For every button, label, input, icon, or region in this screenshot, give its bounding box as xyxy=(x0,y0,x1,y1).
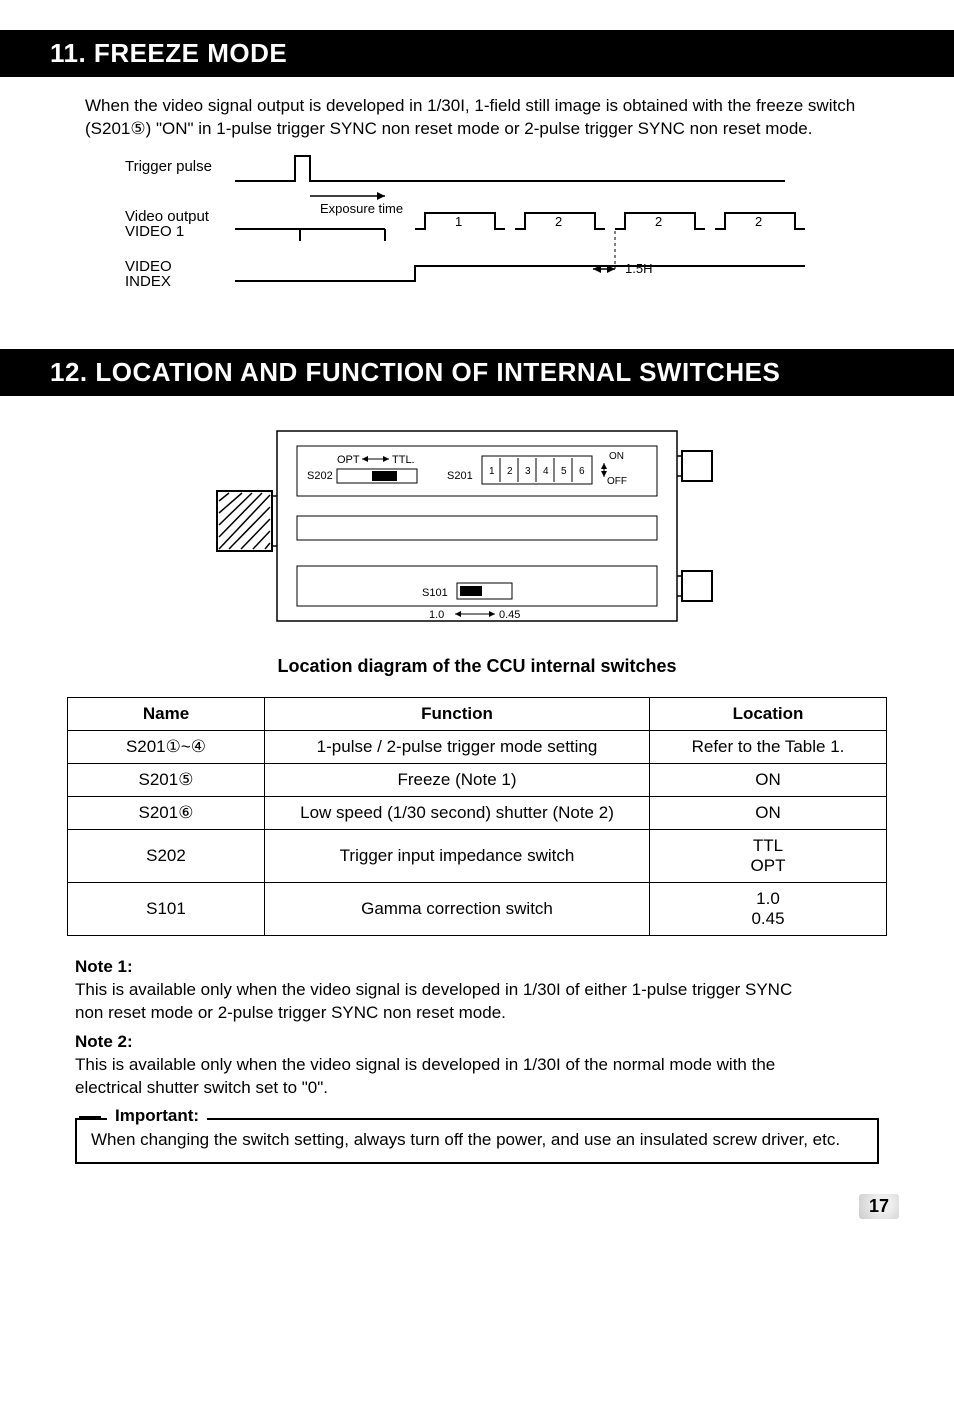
svg-text:0.45: 0.45 xyxy=(499,609,520,621)
diagram-caption: Location diagram of the CCU internal swi… xyxy=(45,656,909,677)
cell-loc: ON xyxy=(650,763,887,796)
svg-text:6: 6 xyxy=(579,466,585,477)
note2-text: This is available only when the video si… xyxy=(75,1054,815,1100)
cell-func: 1-pulse / 2-pulse trigger mode setting xyxy=(265,730,650,763)
section-11-paragraph: When the video signal output is develope… xyxy=(85,95,909,141)
label-vindex: VIDEOINDEX xyxy=(125,258,172,290)
cell-name: S201⑤ xyxy=(68,763,265,796)
svg-text:S101: S101 xyxy=(422,587,448,599)
th-function: Function xyxy=(265,697,650,730)
frame-num-2c: 2 xyxy=(755,214,762,229)
note1-tag: Note 1: xyxy=(75,956,150,979)
cell-name: S201⑥ xyxy=(68,796,265,829)
table-row: S201①~④ 1-pulse / 2-pulse trigger mode s… xyxy=(68,730,887,763)
frame-num-2a: 2 xyxy=(555,214,562,229)
cell-name: S101 xyxy=(68,882,265,935)
cell-loc: Refer to the Table 1. xyxy=(650,730,887,763)
svg-text:3: 3 xyxy=(525,466,531,477)
th-location: Location xyxy=(650,697,887,730)
svg-text:S202: S202 xyxy=(307,470,333,482)
label-1-5h: 1.5H xyxy=(625,261,652,276)
svg-text:1.0: 1.0 xyxy=(429,609,444,621)
cell-func: Trigger input impedance switch xyxy=(265,829,650,882)
cell-func: Gamma correction switch xyxy=(265,882,650,935)
ccu-switch-diagram: OPT TTL. S202 S201 1 2 3 4 5 6 xyxy=(45,421,909,641)
important-text: When changing the switch setting, always… xyxy=(91,1130,840,1149)
cell-name: S201①~④ xyxy=(68,730,265,763)
svg-text:TTL.: TTL. xyxy=(392,454,415,466)
cell-loc: 1.0 0.45 xyxy=(650,882,887,935)
cell-loc: ON xyxy=(650,796,887,829)
table-row: S101 Gamma correction switch 1.0 0.45 xyxy=(68,882,887,935)
switch-table: Name Function Location S201①~④ 1-pulse /… xyxy=(67,697,887,936)
section-11-header: 11. FREEZE MODE xyxy=(0,30,954,77)
table-row: S201⑤ Freeze (Note 1) ON xyxy=(68,763,887,796)
table-row: S201⑥ Low speed (1/30 second) shutter (N… xyxy=(68,796,887,829)
svg-text:S201: S201 xyxy=(447,470,473,482)
timing-diagram: Trigger pulse Exposure time Video output… xyxy=(125,151,909,324)
svg-text:5: 5 xyxy=(561,466,567,477)
cell-loc: TTL OPT xyxy=(650,829,887,882)
important-box: Important: When changing the switch sett… xyxy=(75,1118,879,1164)
svg-text:OPT: OPT xyxy=(337,454,360,466)
note1-text: This is available only when the video si… xyxy=(75,979,815,1025)
th-name: Name xyxy=(68,697,265,730)
section-12-header: 12. LOCATION AND FUNCTION OF INTERNAL SW… xyxy=(0,349,954,396)
table-row: S202 Trigger input impedance switch TTL … xyxy=(68,829,887,882)
svg-text:2: 2 xyxy=(507,466,513,477)
cell-func: Low speed (1/30 second) shutter (Note 2) xyxy=(265,796,650,829)
label-video1: VIDEO 1 xyxy=(125,223,184,240)
svg-text:1: 1 xyxy=(489,466,495,477)
notes-block: Note 1: This is available only when the … xyxy=(75,956,879,1100)
cell-name: S202 xyxy=(68,829,265,882)
svg-text:4: 4 xyxy=(543,466,549,477)
page-number: 17 xyxy=(45,1194,899,1219)
frame-num-1: 1 xyxy=(455,214,462,229)
note2-tag: Note 2: xyxy=(75,1031,150,1054)
label-exposure: Exposure time xyxy=(320,201,403,216)
svg-text:OFF: OFF xyxy=(607,476,627,487)
svg-text:ON: ON xyxy=(609,451,624,462)
frame-num-2b: 2 xyxy=(655,214,662,229)
important-label: Important: xyxy=(107,1106,207,1126)
timing-svg: Trigger pulse Exposure time Video output… xyxy=(125,151,825,321)
cell-func: Freeze (Note 1) xyxy=(265,763,650,796)
label-trigger: Trigger pulse xyxy=(125,158,212,175)
